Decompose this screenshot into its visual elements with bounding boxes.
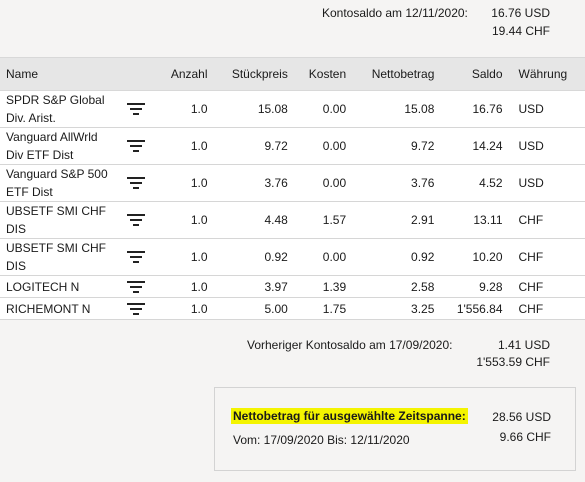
col-waehrung[interactable]: Währung xyxy=(508,57,585,91)
filter-icon[interactable] xyxy=(127,176,145,190)
row-name: Vanguard AllWrld Div ETF Dist xyxy=(0,127,116,165)
row-name: Vanguard S&P 500 ETF Dist xyxy=(0,164,116,202)
table-row: Vanguard AllWrld Div ETF Dist 1.0 9.72 0… xyxy=(0,127,585,165)
row-anzahl: 1.0 xyxy=(156,297,214,320)
filter-icon[interactable] xyxy=(127,250,145,264)
table-row: SPDR S&P Global Div. Arist. 1.0 15.08 0.… xyxy=(0,90,585,128)
row-stueckpreis: 0.92 xyxy=(213,238,294,276)
row-anzahl: 1.0 xyxy=(156,164,214,202)
row-kosten: 0.00 xyxy=(293,90,353,128)
col-filter-spacer xyxy=(116,57,156,91)
row-name: UBSETF SMI CHF DIS xyxy=(0,238,116,276)
summary-label: Nettobetrag für ausgewählte Zeitspanne: xyxy=(231,408,468,424)
row-netto: 3.76 xyxy=(352,164,441,202)
table-row: Vanguard S&P 500 ETF Dist 1.0 3.76 0.00 … xyxy=(0,164,585,202)
row-saldo: 14.24 xyxy=(440,127,509,165)
balance-chf: 19.44 CHF xyxy=(491,24,550,38)
col-saldo[interactable]: Saldo xyxy=(440,57,509,91)
row-stueckpreis: 3.76 xyxy=(213,164,294,202)
row-kosten: 1.39 xyxy=(293,275,353,298)
row-saldo: 10.20 xyxy=(440,238,509,276)
summary-box: Nettobetrag für ausgewählte Zeitspanne: … xyxy=(214,387,576,471)
col-stueckpreis[interactable]: Stückpreis xyxy=(213,57,294,91)
col-anzahl[interactable]: Anzahl xyxy=(156,57,214,91)
row-waehrung: CHF xyxy=(508,201,585,239)
row-kosten: 0.00 xyxy=(293,127,353,165)
row-anzahl: 1.0 xyxy=(156,201,214,239)
row-kosten: 0.00 xyxy=(293,164,353,202)
row-saldo: 13.11 xyxy=(440,201,509,239)
transactions-table: Name Anzahl Stückpreis Kosten Nettobetra… xyxy=(0,57,585,320)
row-name: SPDR S&P Global Div. Arist. xyxy=(0,90,116,128)
row-saldo: 16.76 xyxy=(440,90,509,128)
row-stueckpreis: 9.72 xyxy=(213,127,294,165)
row-waehrung: USD xyxy=(508,127,585,165)
summary-usd: 28.56 USD xyxy=(492,410,551,424)
row-netto: 3.25 xyxy=(352,297,441,320)
row-name: LOGITECH N xyxy=(0,275,116,298)
previous-balance-label: Vorheriger Kontosaldo am 17/09/2020: xyxy=(247,338,453,352)
row-netto: 9.72 xyxy=(352,127,441,165)
col-nettobetrag[interactable]: Nettobetrag xyxy=(352,57,441,91)
row-netto: 2.58 xyxy=(352,275,441,298)
row-name: UBSETF SMI CHF DIS xyxy=(0,201,116,239)
row-anzahl: 1.0 xyxy=(156,238,214,276)
row-saldo: 4.52 xyxy=(440,164,509,202)
row-waehrung: CHF xyxy=(508,238,585,276)
row-name: RICHEMONT N xyxy=(0,297,116,320)
filter-icon[interactable] xyxy=(127,280,145,294)
filter-icon[interactable] xyxy=(127,139,145,153)
table-row: UBSETF SMI CHF DIS 1.0 0.92 0.00 0.92 10… xyxy=(0,238,585,276)
row-netto: 15.08 xyxy=(352,90,441,128)
table-row: LOGITECH N 1.0 3.97 1.39 2.58 9.28 CHF xyxy=(0,275,585,298)
table-row: RICHEMONT N 1.0 5.00 1.75 3.25 1'556.84 … xyxy=(0,297,585,320)
row-saldo: 9.28 xyxy=(440,275,509,298)
balance-label: Kontosaldo am 12/11/2020: xyxy=(322,6,468,20)
row-kosten: 1.75 xyxy=(293,297,353,320)
filter-icon[interactable] xyxy=(127,213,145,227)
row-anzahl: 1.0 xyxy=(156,90,214,128)
row-stueckpreis: 3.97 xyxy=(213,275,294,298)
row-anzahl: 1.0 xyxy=(156,127,214,165)
table-header-row: Name Anzahl Stückpreis Kosten Nettobetra… xyxy=(0,57,585,91)
table-row: UBSETF SMI CHF DIS 1.0 4.48 1.57 2.91 13… xyxy=(0,201,585,239)
previous-balance-usd: 1.41 USD xyxy=(497,338,550,352)
row-netto: 2.91 xyxy=(352,201,441,239)
col-name[interactable]: Name xyxy=(0,57,116,91)
row-waehrung: USD xyxy=(508,90,585,128)
summary-chf: 9.66 CHF xyxy=(499,430,551,444)
row-stueckpreis: 15.08 xyxy=(213,90,294,128)
balance-usd: 16.76 USD xyxy=(491,6,550,20)
row-netto: 0.92 xyxy=(352,238,441,276)
summary-range: Vom: 17/09/2020 Bis: 12/11/2020 xyxy=(233,433,410,447)
row-stueckpreis: 4.48 xyxy=(213,201,294,239)
filter-icon[interactable] xyxy=(127,302,145,316)
row-kosten: 1.57 xyxy=(293,201,353,239)
row-anzahl: 1.0 xyxy=(156,275,214,298)
row-saldo: 1'556.84 xyxy=(440,297,509,320)
row-waehrung: CHF xyxy=(508,275,585,298)
previous-balance-chf: 1'553.59 CHF xyxy=(476,355,550,369)
row-waehrung: USD xyxy=(508,164,585,202)
filter-icon[interactable] xyxy=(127,102,145,116)
row-stueckpreis: 5.00 xyxy=(213,297,294,320)
row-kosten: 0.00 xyxy=(293,238,353,276)
col-kosten[interactable]: Kosten xyxy=(293,57,353,91)
row-waehrung: CHF xyxy=(508,297,585,320)
